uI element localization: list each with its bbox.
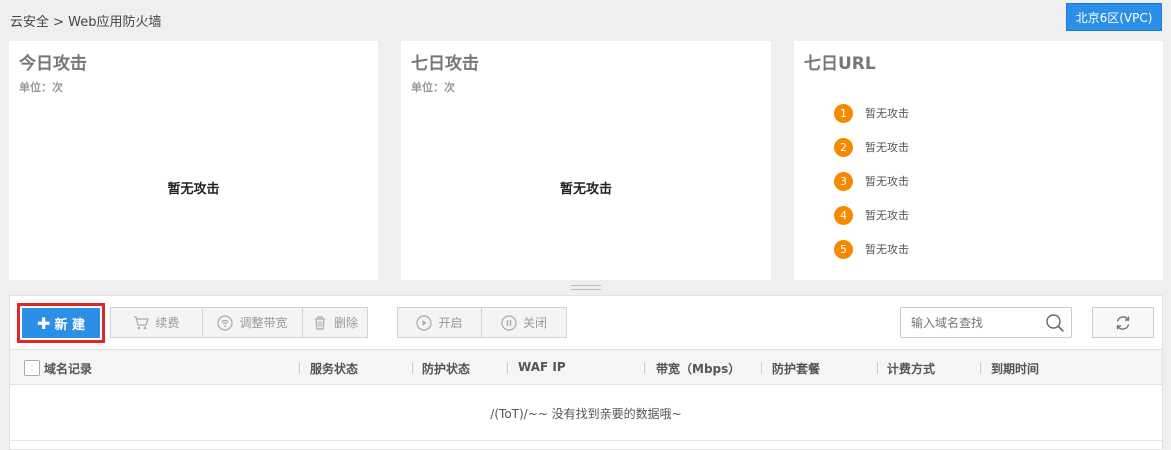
breadcrumb: 云安全 > Web应用防火墙 <box>10 15 162 30</box>
list-item: 3 暂无攻击 <box>834 164 909 198</box>
column-header: 到期时间 <box>991 362 1040 376</box>
column-header: 服务状态 <box>310 362 359 376</box>
column-header: 计费方式 <box>887 362 936 376</box>
column-divider <box>412 362 413 374</box>
column-divider <box>761 362 762 374</box>
list-item-label: 暂无攻击 <box>865 175 909 188</box>
column-divider <box>299 362 300 374</box>
adjust-bandwidth-button[interactable]: 调整带宽 <box>203 308 303 337</box>
rank-badge: 2 <box>834 137 853 157</box>
list-item: 2 暂无攻击 <box>834 130 909 164</box>
url-rank-list: 1 暂无攻击 2 暂无攻击 3 暂无攻击 4 暂无攻击 5 暂无攻击 <box>834 96 909 266</box>
today-attack-card: 今日攻击 单位：次 暂无攻击 <box>9 41 378 280</box>
column-divider <box>980 362 981 374</box>
delete-label: 删除 <box>333 316 358 330</box>
search-icon[interactable] <box>1045 313 1065 333</box>
refresh-button[interactable] <box>1092 307 1154 338</box>
list-item: 1 暂无攻击 <box>834 96 909 130</box>
week-attack-card: 七日攻击 单位：次 暂无攻击 <box>401 41 771 280</box>
cart-icon <box>134 315 150 329</box>
list-item: 4 暂无攻击 <box>834 198 909 232</box>
list-item: 5 暂无攻击 <box>834 232 909 266</box>
column-header: WAF IP <box>518 360 566 374</box>
delete-button[interactable]: 删除 <box>303 308 367 337</box>
empty-message: 暂无攻击 <box>167 182 220 197</box>
column-header: 带宽（Mbps） <box>656 362 741 376</box>
resize-handle-line[interactable] <box>571 289 601 290</box>
region-selector-button[interactable]: 北京6区(VPC) <box>1066 3 1162 31</box>
refresh-icon <box>1116 315 1130 330</box>
card-unit: 单位：次 <box>411 81 455 94</box>
card-title: 今日攻击 <box>19 54 87 74</box>
card-title: 七日URL <box>804 54 876 74</box>
renew-button[interactable]: 续费 <box>111 308 203 337</box>
column-header: 域名记录 <box>44 362 93 376</box>
resize-handle-line[interactable] <box>571 285 601 286</box>
state-button-group: 开启 关闭 <box>397 307 567 338</box>
column-header: 防护状态 <box>422 362 471 376</box>
domain-list-panel: ✚ 新 建 续费 调整带宽 删除 开启 关闭 输入域名查找 域名记录 服务状态 … <box>9 295 1163 450</box>
renew-label: 续费 <box>155 316 180 330</box>
table-header: 域名记录 服务状态 防护状态 WAF IP 带宽（Mbps） 防护套餐 计费方式… <box>10 349 1162 385</box>
column-divider <box>644 362 645 374</box>
new-button-label: 新 建 <box>54 317 85 333</box>
trash-icon <box>314 315 325 330</box>
search-input[interactable] <box>911 309 1051 336</box>
column-divider <box>507 362 508 374</box>
list-item-label: 暂无攻击 <box>865 243 909 256</box>
table-empty-message: /(ToT)/~~ 没有找到亲要的数据哦~ <box>10 386 1162 441</box>
plus-icon: ✚ <box>37 313 51 333</box>
list-item-label: 暂无攻击 <box>865 141 909 154</box>
enable-label: 开启 <box>438 316 463 330</box>
select-all-checkbox[interactable] <box>24 360 40 376</box>
manage-button-group: 续费 调整带宽 删除 <box>110 307 368 338</box>
card-title: 七日攻击 <box>411 54 479 74</box>
play-icon <box>416 314 433 331</box>
empty-message: 暂无攻击 <box>559 182 612 197</box>
rank-badge: 4 <box>834 205 853 225</box>
new-button[interactable]: ✚ 新 建 <box>22 308 100 338</box>
list-item-label: 暂无攻击 <box>865 209 909 222</box>
adjust-bandwidth-label: 调整带宽 <box>239 316 288 330</box>
column-divider <box>877 362 878 374</box>
list-item-label: 暂无攻击 <box>865 107 909 120</box>
search-box <box>900 307 1072 338</box>
card-unit: 单位：次 <box>19 81 63 94</box>
column-header: 防护套餐 <box>772 362 821 376</box>
disable-label: 关闭 <box>522 316 547 330</box>
rank-badge: 1 <box>834 103 853 123</box>
rank-badge: 5 <box>834 239 853 259</box>
signal-icon <box>217 314 234 331</box>
pause-icon <box>501 314 517 331</box>
enable-button[interactable]: 开启 <box>398 308 482 337</box>
disable-button[interactable]: 关闭 <box>482 308 566 337</box>
week-url-card: 七日URL 1 暂无攻击 2 暂无攻击 3 暂无攻击 4 暂无攻击 5 暂无攻击 <box>794 41 1163 280</box>
rank-badge: 3 <box>834 171 853 191</box>
